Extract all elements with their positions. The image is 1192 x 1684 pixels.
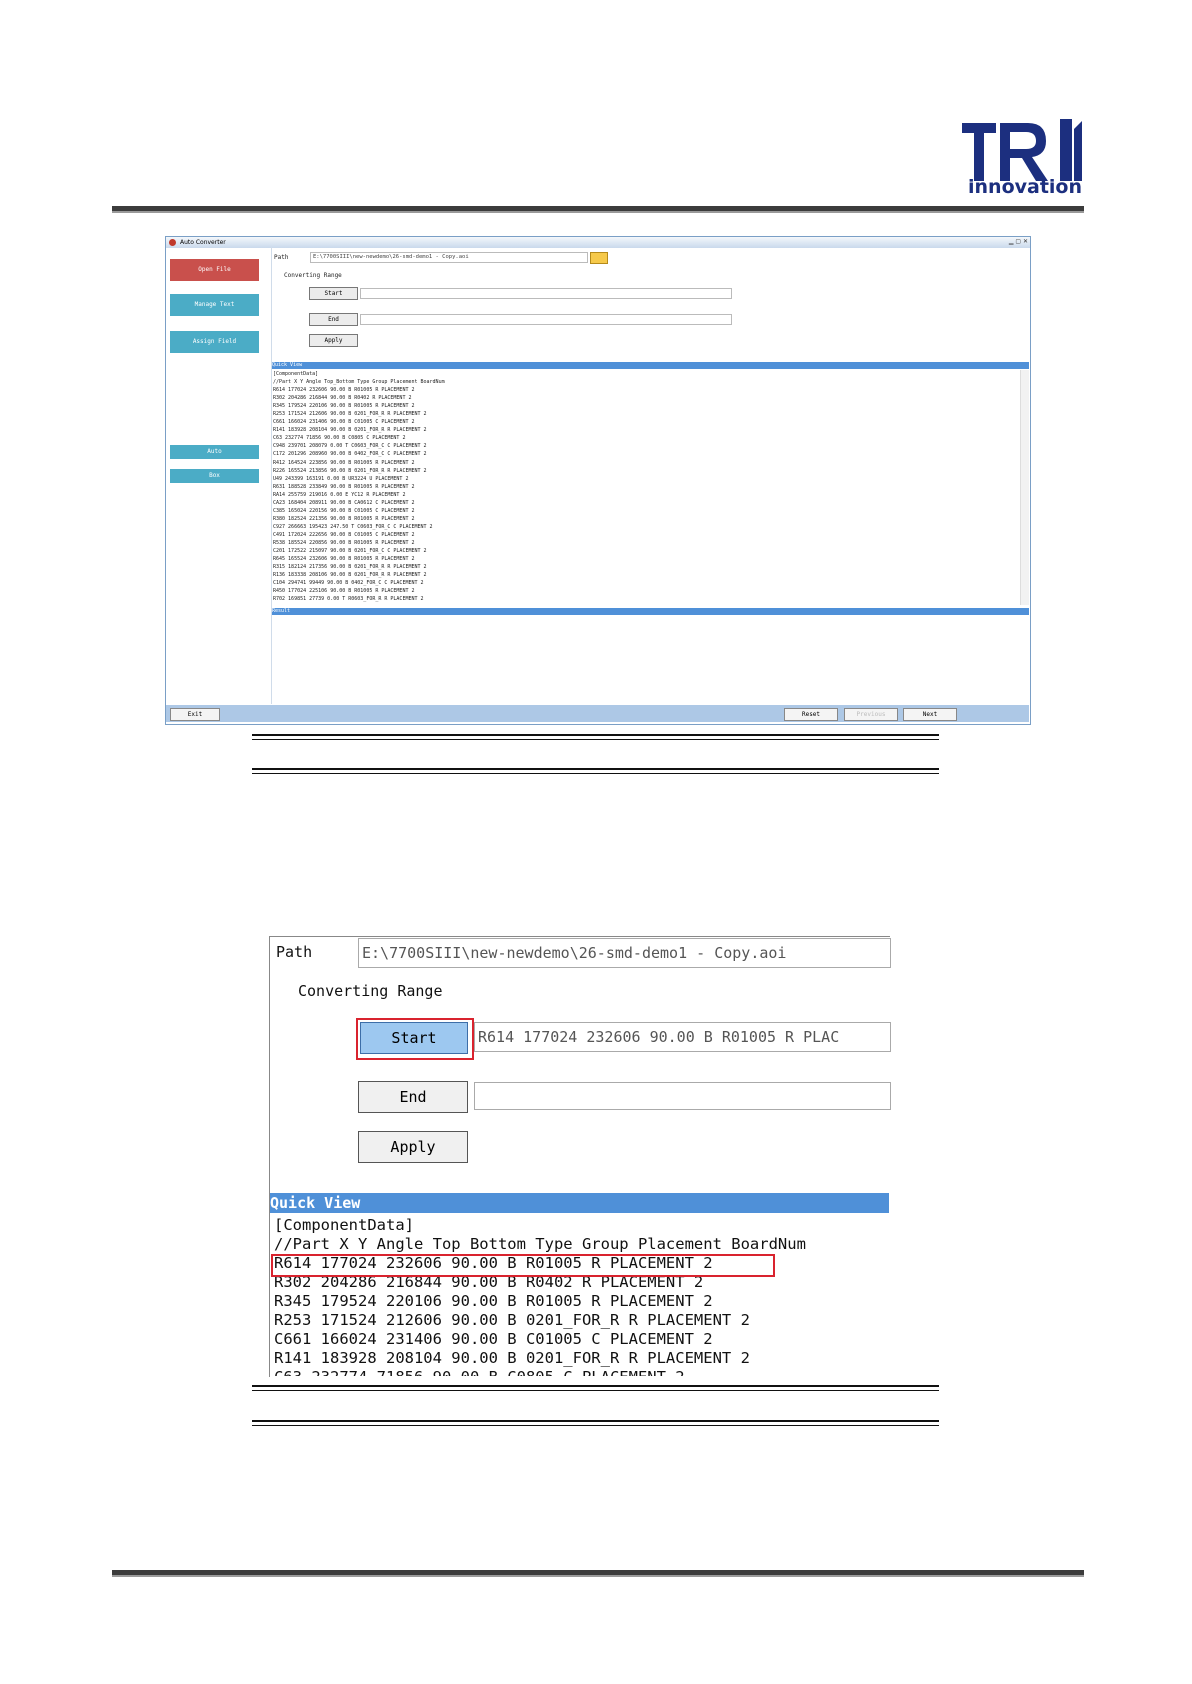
footer-rule: [112, 1570, 1084, 1577]
list-item: C927 266663 195423 247.50 T C0603_FOR_C …: [273, 523, 433, 530]
divider-line: [252, 734, 939, 740]
list-item: C63 232774 71856 90.00 B C0805 C PLACEME…: [274, 1368, 685, 1376]
list-item: C63 232774 71856 90.00 B C0805 C PLACEME…: [273, 435, 406, 442]
header-rule: [112, 206, 1084, 213]
zoom-start-field[interactable]: R614 177024 232606 90.00 B R01005 R PLAC: [474, 1022, 891, 1052]
list-item: R226 165524 213856 90.00 B 0201_FOR_R R …: [273, 467, 427, 474]
sidebar-divider: [271, 247, 272, 704]
manage-text-button[interactable]: Manage Text: [170, 294, 259, 316]
list-item: C172 201296 208960 90.00 B 0402_FOR_C C …: [273, 451, 427, 458]
path-input[interactable]: E:\7700SIII\new-newdemo\26-smd-demo1 - C…: [310, 252, 588, 263]
list-item: C385 165024 220156 90.00 B C01005 C PLAC…: [273, 507, 415, 514]
folder-icon[interactable]: [590, 252, 608, 264]
list-item: C201 172522 215097 90.00 B 0201_FOR_C C …: [273, 548, 427, 555]
converting-range-label: Converting Range: [284, 272, 342, 279]
list-item: R253 171524 212606 90.00 B 0201_FOR_R R …: [274, 1311, 750, 1329]
list-item: R538 185524 220856 90.00 B R01005 R PLAC…: [273, 539, 415, 546]
zoom-path-input[interactable]: E:\7700SIII\new-newdemo\26-smd-demo1 - C…: [358, 938, 891, 968]
list-item: R702 169851 27739 0.00 T R0603_FOR_R R P…: [273, 596, 424, 603]
list-item: C104 294741 99449 90.00 B 0402_FOR_C C P…: [273, 580, 424, 587]
list-item: C491 172024 222656 90.00 B C01005 C PLAC…: [273, 531, 415, 538]
list-item: R345 179524 220106 90.00 B R01005 R PLAC…: [273, 403, 415, 410]
window-titlebar: Auto Converter ▁ ▢ ✕: [166, 237, 1030, 248]
result-bar: Result: [272, 608, 1029, 615]
zoom-quick-view-bar: Quick View: [270, 1193, 889, 1213]
reset-button[interactable]: Reset: [784, 708, 838, 721]
window-bottom-bar: [166, 705, 1029, 722]
divider-line: [252, 1385, 939, 1391]
window-controls-icon[interactable]: ▁ ▢ ✕: [988, 238, 1028, 246]
zoom-converting-range-label: Converting Range: [298, 982, 443, 1000]
list-item: R302 204286 216844 90.00 B R0402 R PLACE…: [273, 395, 412, 402]
zoom-apply-button[interactable]: Apply: [358, 1131, 468, 1163]
apply-button[interactable]: Apply: [309, 334, 358, 347]
start-field[interactable]: [360, 288, 732, 299]
auto-button[interactable]: Auto: [170, 445, 259, 459]
list-item: R614 177024 232606 90.00 B R01005 R PLAC…: [273, 387, 415, 394]
list-item: R345 179524 220106 90.00 B R01005 R PLAC…: [274, 1292, 713, 1310]
end-button[interactable]: End: [309, 313, 358, 326]
list-item: R253 171524 212606 90.00 B 0201_FOR_R R …: [273, 411, 427, 418]
zoom-end-field[interactable]: [474, 1082, 891, 1110]
zoom-start-button[interactable]: Start: [360, 1022, 468, 1054]
list-item: R631 188528 233849 90.00 B R01005 R PLAC…: [273, 483, 415, 490]
first-row-highlight: [271, 1254, 775, 1277]
list-item: CA23 168404 208911 90.00 B CA0612 C PLAC…: [273, 499, 415, 506]
start-button[interactable]: Start: [309, 287, 358, 300]
quick-view-bar: Quick View: [272, 362, 1029, 369]
assign-field-button[interactable]: Assign Field: [170, 331, 259, 353]
list-item: [ComponentData]: [274, 1216, 414, 1234]
list-item: R141 183928 208104 90.00 B 0201_FOR_R R …: [273, 427, 427, 434]
zoom-end-button[interactable]: End: [358, 1081, 468, 1113]
list-item: R136 183338 208106 90.00 B 0201_FOR_R R …: [273, 572, 427, 579]
list-item: RA14 255759 219016 0.00 E YC12 R PLACEME…: [273, 491, 406, 498]
quick-view-list[interactable]: [ComponentData] //Part X Y Angle Top_Bott…: [273, 370, 1018, 605]
list-item: R450 177024 225106 90.00 B R01005 R PLAC…: [273, 588, 415, 595]
divider-line: [252, 768, 939, 774]
list-item: R141 183928 208104 90.00 B 0201_FOR_R R …: [274, 1349, 750, 1367]
list-item: R315 182124 217356 90.00 B 0201_FOR_R R …: [273, 564, 427, 571]
previous-button[interactable]: Previous: [844, 708, 898, 721]
list-item: R412 164524 223856 90.00 B R01005 R PLAC…: [273, 459, 415, 466]
list-item: R380 182524 221356 90.00 B R01005 R PLAC…: [273, 515, 415, 522]
list-item: //Part X Y Angle Top Bottom Type Group P…: [274, 1235, 806, 1253]
list-item: U49 243399 163191 0.00 B UR3224 U PLACEM…: [273, 475, 409, 482]
window-title: Auto Converter: [180, 239, 226, 246]
list-item: //Part X Y Angle Top_Bottom Type Group P…: [273, 379, 445, 386]
list-item: C661 166024 231406 90.00 B C01005 C PLAC…: [274, 1330, 713, 1348]
divider-line: [252, 1420, 939, 1426]
list-item: [ComponentData]: [273, 371, 319, 377]
quick-view-scrollbar[interactable]: [1020, 370, 1029, 605]
open-file-button[interactable]: Open File: [170, 259, 259, 281]
list-item: R645 165524 232606 90.00 B R01005 R PLAC…: [273, 556, 415, 563]
list-item: C661 166024 231406 90.00 B C01005 C PLAC…: [273, 419, 415, 426]
box-button[interactable]: Box: [170, 469, 259, 483]
app-icon: [169, 239, 176, 246]
end-field[interactable]: [360, 314, 732, 325]
list-item: C948 239701 208079 0.00 T C0603_FOR_C C …: [273, 443, 427, 450]
logo-text: innovation: [968, 176, 1082, 198]
next-button[interactable]: Next: [903, 708, 957, 721]
exit-button[interactable]: Exit: [170, 708, 220, 721]
zoom-path-label: Path: [276, 943, 313, 961]
path-label: Path: [274, 254, 289, 261]
